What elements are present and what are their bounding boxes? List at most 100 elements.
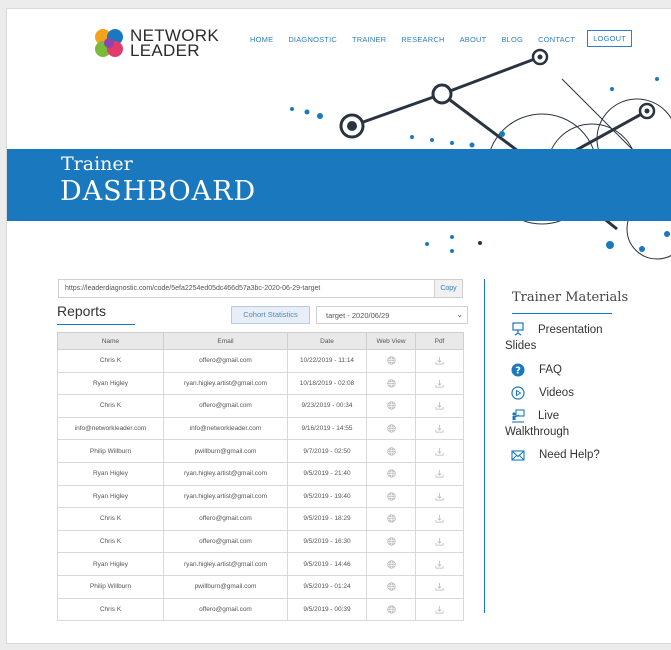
cell-web-view[interactable]	[366, 439, 416, 463]
network-illustration	[290, 48, 671, 260]
reports-table-body: Chris K offero@gmail.com 10/22/2019 - 11:1…	[57, 349, 464, 622]
cell-web-view[interactable]	[366, 416, 416, 441]
cell-date: 9/16/2019 - 14:55	[287, 416, 367, 441]
globe-icon[interactable]	[386, 514, 396, 524]
logout-button[interactable]: LOGOUT	[587, 30, 633, 47]
cell-pdf[interactable]	[415, 484, 464, 509]
cell-email: ryan.higley.artist@gmail.com	[163, 484, 288, 509]
globe-icon[interactable]	[386, 560, 396, 569]
cell-email: offero@gmail.com	[163, 529, 288, 554]
download-icon[interactable]	[435, 605, 444, 614]
cell-pdf[interactable]	[415, 597, 464, 622]
cell-name: Ryan Higley	[57, 552, 164, 576]
cell-web-view[interactable]	[366, 484, 416, 509]
cell-date: 9/5/2019 - 19:40	[287, 484, 367, 509]
download-icon[interactable]	[435, 470, 444, 478]
cell-pdf[interactable]	[415, 552, 464, 576]
download-icon[interactable]	[435, 424, 444, 433]
globe-icon[interactable]	[386, 537, 396, 546]
cell-pdf[interactable]	[415, 574, 464, 599]
cell-pdf[interactable]	[415, 416, 464, 441]
cell-email: ryan.higley.artist@gmail.com	[163, 552, 288, 576]
globe-icon[interactable]	[386, 379, 396, 388]
target-select[interactable]: target - 2020/06/29 ⌄	[316, 306, 468, 324]
globe-icon[interactable]	[386, 424, 396, 433]
cell-email: offero@gmail.com	[163, 507, 288, 531]
cell-web-view[interactable]	[366, 529, 416, 554]
cell-name: Philip Willburn	[57, 574, 164, 599]
globe-icon[interactable]	[386, 582, 396, 591]
table-row: Ryan Higley ryan.higley.artist@gmail.com 9…	[57, 461, 464, 486]
cell-email: info@networkleader.com	[163, 416, 288, 441]
material-faq[interactable]: FAQ	[539, 362, 562, 378]
globe-icon[interactable]	[386, 401, 396, 411]
cell-web-view[interactable]	[366, 349, 416, 373]
globe-icon[interactable]	[386, 469, 396, 478]
code-url-field[interactable]: https://leaderdiagnostic.com/code/5efa22…	[58, 279, 435, 298]
nav-research[interactable]: RESEARCH	[401, 35, 444, 44]
nav-home[interactable]: HOME	[250, 35, 273, 44]
download-icon[interactable]	[435, 560, 444, 569]
globe-icon[interactable]	[386, 356, 396, 365]
material-videos[interactable]: Videos	[539, 385, 574, 401]
cell-web-view[interactable]	[366, 597, 416, 622]
material-live-walkthrough[interactable]: Live Walkthrough	[505, 408, 615, 440]
download-icon[interactable]	[435, 583, 444, 591]
network-leader-logo[interactable]: NETWORK LEADER	[92, 26, 219, 60]
download-icon[interactable]	[435, 515, 444, 523]
cell-pdf[interactable]	[415, 349, 464, 373]
cell-name: info@networkleader.com	[57, 416, 164, 441]
download-icon[interactable]	[435, 357, 444, 365]
cell-date: 9/5/2019 - 00:39	[287, 597, 367, 622]
table-header-row: Name Email Date Web View Pdf	[57, 332, 464, 350]
globe-icon[interactable]	[386, 605, 396, 614]
cell-date: 9/7/2019 - 02:50	[287, 439, 367, 463]
cell-web-view[interactable]	[366, 507, 416, 531]
column-header-date: Date	[287, 332, 367, 350]
cell-pdf[interactable]	[415, 461, 464, 486]
cell-web-view[interactable]	[366, 552, 416, 576]
svg-text:?: ?	[515, 366, 521, 377]
cell-web-view[interactable]	[366, 461, 416, 486]
table-row: Philip Willburn pwillburn@gmail.com 9/5/20…	[57, 574, 464, 599]
mail-icon	[511, 450, 525, 461]
material-need-help[interactable]: Need Help?	[539, 447, 600, 463]
table-row: Ryan Higley ryan.higley.artist@gmail.com 9…	[57, 552, 464, 576]
table-row: Chris Koffero@gmail.com 9/5/2019 - 00:39	[57, 597, 464, 622]
cell-web-view[interactable]	[366, 574, 416, 599]
material-presentation-slides[interactable]: Presentation Slides	[505, 322, 635, 354]
cell-pdf[interactable]	[415, 439, 464, 463]
nav-contact[interactable]: CONTACT	[538, 35, 575, 44]
cell-date: 10/18/2019 - 02:08	[287, 371, 367, 396]
cell-name: Chris K	[57, 394, 164, 418]
nav-blog[interactable]: BLOG	[501, 35, 523, 44]
cell-pdf[interactable]	[415, 507, 464, 531]
play-icon	[511, 386, 525, 400]
nav-diagnostic[interactable]: DIAGNOSTIC	[288, 35, 337, 44]
cell-email: ryan.higley.artist@gmail.com	[163, 371, 288, 396]
cell-date: 9/5/2019 - 16:30	[287, 529, 367, 554]
cell-pdf[interactable]	[415, 394, 464, 418]
cohort-statistics-button[interactable]: Cohort Statistics	[231, 306, 310, 324]
cell-web-view[interactable]	[366, 394, 416, 418]
globe-icon[interactable]	[386, 492, 396, 501]
column-header-pdf: Pdf	[415, 332, 464, 350]
nav-about[interactable]: ABOUT	[460, 35, 487, 44]
download-icon[interactable]	[435, 447, 444, 456]
table-row: Chris Koffero@gmail.com 9/5/2019 - 16:30	[57, 529, 464, 554]
cell-date: 10/22/2019 - 11:14	[287, 349, 367, 373]
logo-text: NETWORK LEADER	[130, 27, 219, 59]
download-icon[interactable]	[435, 537, 444, 546]
globe-icon[interactable]	[386, 447, 396, 456]
cell-email: offero@gmail.com	[163, 597, 288, 622]
cell-pdf[interactable]	[415, 529, 464, 554]
copy-button[interactable]: Copy	[435, 279, 463, 298]
cell-web-view[interactable]	[366, 371, 416, 396]
reports-underline	[57, 324, 135, 325]
download-icon[interactable]	[435, 379, 444, 388]
cell-name: Ryan Higley	[57, 484, 164, 509]
cell-pdf[interactable]	[415, 371, 464, 396]
download-icon[interactable]	[435, 402, 444, 410]
download-icon[interactable]	[435, 492, 444, 501]
nav-trainer[interactable]: TRAINER	[352, 35, 386, 44]
